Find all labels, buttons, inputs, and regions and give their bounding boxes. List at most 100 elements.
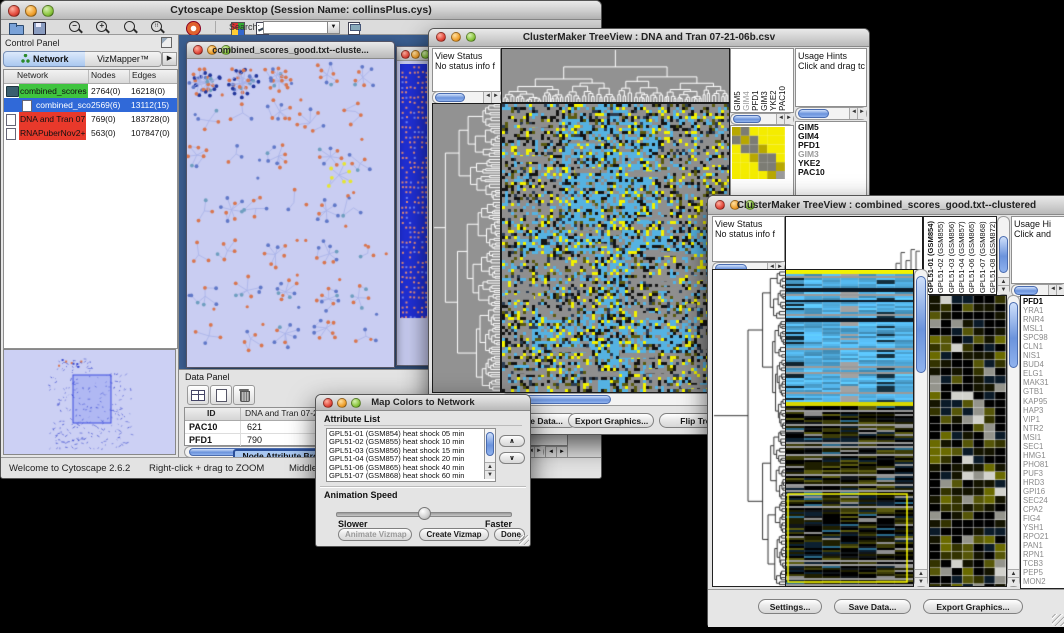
network-overview-panel[interactable]	[3, 349, 176, 455]
column-label[interactable]: PAC10	[778, 51, 787, 111]
zoom-in-icon[interactable]: +	[95, 21, 112, 35]
gene-label[interactable]: MSI1	[1023, 433, 1064, 442]
save-data-button[interactable]: Save Data...	[834, 599, 911, 614]
attribute-listbox[interactable]: GPL51-01 (GSM854) heat shock 05 minGPL51…	[326, 428, 496, 482]
main-title-bar[interactable]: Cytoscape Desktop (Session Name: collins…	[1, 1, 601, 20]
create-vizmap-button[interactable]: Create Vizmap	[419, 528, 489, 541]
animate-vizmap-button[interactable]: Animate Vizmap	[338, 528, 412, 541]
zoom-heatmap[interactable]	[732, 127, 785, 179]
save-icon[interactable]	[31, 21, 48, 35]
gene-label[interactable]: YSH1	[1023, 523, 1064, 532]
gene-label[interactable]: VIP1	[1023, 415, 1064, 424]
search-options-icon[interactable]	[346, 21, 363, 35]
gene-label[interactable]: KAP95	[1023, 397, 1064, 406]
attribute-list-vscrollbar[interactable]: ▲▼	[484, 429, 495, 479]
gene-label[interactable]: GTB1	[1023, 387, 1064, 396]
scrollbar-thumb[interactable]	[733, 115, 761, 123]
column-label[interactable]: YKE2	[769, 51, 778, 111]
export-graphics-button[interactable]: Export Graphics...	[923, 599, 1023, 614]
gene-label[interactable]: SPC98	[1023, 333, 1064, 342]
network-overview-thumbnail[interactable]	[5, 351, 174, 453]
gene-label[interactable]: CLN1	[1023, 342, 1064, 351]
settings-button[interactable]: Settings...	[758, 599, 822, 614]
delete-trash-icon[interactable]	[233, 385, 255, 405]
gene-label[interactable]: TCB3	[1023, 559, 1064, 568]
zoom-vscrollbar[interactable]: ▲▼	[1007, 295, 1020, 587]
dialog-title-bar[interactable]: Map Colors to Network	[316, 395, 530, 411]
column-label[interactable]: GIM3	[760, 51, 769, 111]
gene-label[interactable]: RPN1	[1023, 550, 1064, 559]
scroll-arrow-icon[interactable]: ►	[857, 108, 866, 119]
column-label[interactable]: PFD1	[751, 51, 760, 111]
gene-label[interactable]: YRA1	[1023, 306, 1064, 315]
gene-label[interactable]: GIM5	[798, 123, 868, 132]
scrollbar-thumb[interactable]	[435, 93, 465, 102]
column-label[interactable]: GPL51-03 (GSM856)	[947, 220, 956, 293]
zoom-out-icon[interactable]: −	[68, 21, 85, 35]
zoom-heatmap[interactable]	[929, 295, 1007, 587]
gene-label[interactable]: RPO21	[1023, 532, 1064, 541]
column-label[interactable]: GIM5	[733, 51, 742, 111]
global-heatmap[interactable]	[785, 269, 914, 587]
heatmap-hscrollbar[interactable]: ◄►	[501, 393, 730, 406]
gene-label[interactable]: PFD1	[1023, 297, 1064, 306]
scrollbar-thumb[interactable]	[1009, 302, 1018, 368]
gene-label[interactable]: NIS1	[1023, 351, 1064, 360]
scroll-arrow-icon[interactable]: ▼	[485, 470, 495, 479]
treeview-dna-title-bar[interactable]: ClusterMaker TreeView : DNA and Tran 07-…	[429, 29, 869, 47]
tab-vizmapper[interactable]: VizMapper™	[85, 51, 162, 67]
new-document-icon[interactable]	[210, 385, 232, 405]
scroll-arrow-icon[interactable]: ►	[534, 447, 543, 457]
network-table-row[interactable]: DNA and Tran 07769(0)183728(0)	[4, 112, 177, 126]
network-table-header[interactable]: Network Nodes Edges	[4, 70, 177, 84]
minimize-icon[interactable]	[411, 50, 420, 59]
gene-label[interactable]: PEP5	[1023, 568, 1064, 577]
gene-label[interactable]: RNR4	[1023, 315, 1064, 324]
gene-label[interactable]: NTR2	[1023, 424, 1064, 433]
gene-label[interactable]: HMG1	[1023, 451, 1064, 460]
close-icon[interactable]	[401, 50, 410, 59]
gene-label[interactable]: PAN1	[1023, 541, 1064, 550]
dense-network-view[interactable]	[400, 64, 427, 326]
move-up-button[interactable]: ∧	[499, 435, 525, 447]
gene-label[interactable]: GPI16	[1023, 487, 1064, 496]
scrollbar-thumb[interactable]	[999, 236, 1008, 273]
help-lifesaver-icon[interactable]	[185, 21, 202, 35]
column-label[interactable]: GPL51-07 (GSM868)	[978, 220, 987, 293]
tabs-overflow-button[interactable]: ▶	[162, 52, 177, 66]
scrollbar-thumb[interactable]	[1014, 286, 1038, 295]
animation-speed-slider[interactable]	[336, 507, 510, 519]
gene-label[interactable]: PAC10	[798, 168, 868, 177]
slider-thumb[interactable]	[418, 507, 431, 520]
resize-grip[interactable]	[519, 535, 529, 545]
gene-label[interactable]: GIM3	[798, 150, 868, 159]
column-label[interactable]: GPL51-08 (GSM872)	[988, 220, 997, 293]
gene-label[interactable]: GIM4	[798, 132, 868, 141]
export-graphics-button[interactable]: Export Graphics...	[568, 413, 654, 428]
scrollbar-thumb[interactable]	[798, 109, 829, 118]
gene-label[interactable]: HRD3	[1023, 478, 1064, 487]
zoom-selected-icon[interactable]: ∷	[150, 21, 167, 35]
zoom-fit-icon[interactable]	[123, 21, 140, 35]
move-down-button[interactable]: ∨	[499, 452, 525, 464]
row-dendrogram[interactable]	[712, 269, 785, 587]
float-panel-icon[interactable]	[161, 37, 172, 48]
gene-label[interactable]: ELG1	[1023, 369, 1064, 378]
gene-label[interactable]: FIG4	[1023, 514, 1064, 523]
gene-label[interactable]: PUF3	[1023, 469, 1064, 478]
gene-label[interactable]: SEC1	[1023, 442, 1064, 451]
attribute-list-item[interactable]: GPL51-07 (GSM868) heat shock 60 min	[329, 472, 479, 480]
tab-network[interactable]: Network	[3, 51, 87, 67]
scroll-arrow-icon[interactable]: ▼	[1008, 577, 1019, 586]
gene-label[interactable]: YKE2	[798, 159, 868, 168]
network-table-row[interactable]: combined_scores2764(0)16218(0)	[4, 84, 177, 98]
usage-hints-hscrollbar[interactable]: ◄►	[795, 107, 867, 120]
scroll-arrow-icon[interactable]: ▼	[998, 285, 1009, 294]
gene-label[interactable]: MON2	[1023, 577, 1064, 586]
gene-label[interactable]: SEC24	[1023, 496, 1064, 505]
global-heatmap[interactable]	[501, 103, 730, 393]
column-labels-vscrollbar[interactable]: ▲▼	[997, 216, 1010, 295]
column-label[interactable]: GPL51-04 (GSM857)	[957, 220, 966, 293]
scroll-arrow-icon[interactable]: ►	[784, 114, 793, 124]
column-labels-hscrollbar[interactable]: ◄►	[730, 113, 794, 125]
